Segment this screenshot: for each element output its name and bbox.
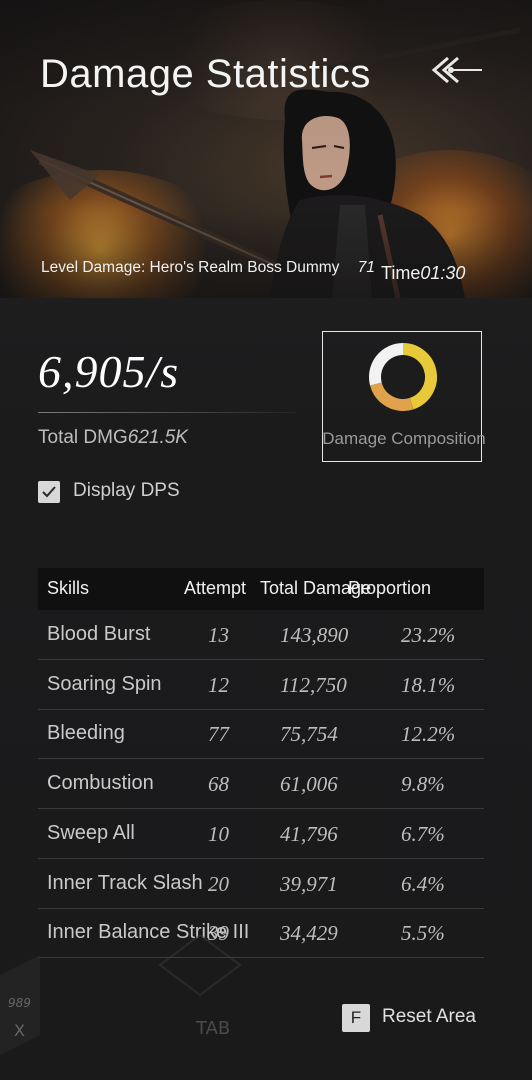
level-damage-label: Level Damage: Hero's Realm Boss Dummy 71 xyxy=(41,259,375,277)
attempt-count: 68 xyxy=(208,772,229,797)
total-damage-value: 143,890 xyxy=(280,623,349,647)
total-damage-value: 39,971 xyxy=(280,871,338,896)
donut-segment-1 xyxy=(370,382,414,411)
table-row: Bleeding 77 75,754 12.2% xyxy=(38,709,484,760)
background-hud-hint xyxy=(0,935,242,1055)
time-label: Time xyxy=(381,263,421,283)
attempt-count: 77 xyxy=(208,722,229,747)
double-chevron-left-icon xyxy=(431,56,482,84)
damage-composition-label: Damage Composition xyxy=(322,429,486,448)
proportion-value: 23.2% xyxy=(401,623,456,647)
total-damage-value: 621.5K xyxy=(127,427,188,448)
skill-name: Inner Track Slash xyxy=(47,871,203,894)
display-dps-checkbox[interactable] xyxy=(38,481,60,503)
checkmark-icon xyxy=(42,486,56,498)
display-dps-label: Display DPS xyxy=(73,480,180,501)
skill-name: Sweep All xyxy=(47,821,135,844)
back-button[interactable] xyxy=(426,52,486,92)
skill-name: Blood Burst xyxy=(47,623,151,645)
attempt-count: 12 xyxy=(208,672,229,697)
level-timer: Time01:30 xyxy=(381,263,465,284)
damage-statistics-panel: Damage Statistics Level Damage: Hero's R… xyxy=(0,0,532,1080)
proportion-value: 5.5% xyxy=(401,921,445,946)
proportion-value: 9.8% xyxy=(401,772,445,797)
divider xyxy=(38,412,296,413)
reset-area-label: Reset Area xyxy=(382,1006,476,1027)
proportion-value: 6.7% xyxy=(401,821,445,846)
dps-value: 6,905/s xyxy=(38,346,180,397)
page-title: Damage Statistics xyxy=(40,52,371,96)
total-damage-value: 61,006 xyxy=(280,772,338,797)
background-hint-number: 989 xyxy=(8,996,31,1010)
skill-name: Combustion xyxy=(47,772,154,795)
skill-name: Bleeding xyxy=(47,722,125,745)
header-attempt: Attempt xyxy=(184,578,247,598)
background-hint-key: X xyxy=(14,1021,25,1040)
proportion-value: 12.2% xyxy=(401,722,456,747)
total-damage-label: Total DMG xyxy=(38,427,128,448)
header-skills: Skills xyxy=(47,578,90,598)
time-value: 01:30 xyxy=(420,263,466,283)
reset-keycap: F xyxy=(342,1004,370,1032)
donut-segment-2 xyxy=(369,343,404,386)
donut-segment-0 xyxy=(402,343,437,410)
total-damage-value: 75,754 xyxy=(280,722,338,747)
table-row: Soaring Spin 12 112,750 18.1% xyxy=(38,660,484,710)
damage-composition-button[interactable]: Damage Composition xyxy=(322,331,486,462)
header-banner: Damage Statistics Level Damage: Hero's R… xyxy=(0,0,532,298)
attempt-count: 20 xyxy=(208,871,229,896)
damage-composition-donut xyxy=(369,343,437,411)
total-damage-value: 112,750 xyxy=(280,672,347,697)
table-row: Sweep All 10 41,796 6.7% xyxy=(38,809,484,859)
header-proportion: Proportion xyxy=(348,578,432,598)
proportion-value: 18.1% xyxy=(401,672,456,697)
table-row: Combustion 68 61,006 9.8% xyxy=(38,759,484,810)
background-hint-tab: TAB xyxy=(196,1018,231,1039)
attempt-count: 13 xyxy=(208,623,229,647)
table-row: Inner Track Slash 20 39,971 6.4% xyxy=(38,859,484,909)
total-damage-value: 41,796 xyxy=(280,821,338,846)
proportion-value: 6.4% xyxy=(401,871,445,896)
skill-name: Soaring Spin xyxy=(47,672,162,695)
table-header: Skills Attempt Total Damage Proportion xyxy=(38,568,484,610)
total-damage: Total DMG621.5K xyxy=(38,427,188,449)
level-name: Level Damage: Hero's Realm Boss Dummy xyxy=(41,259,340,276)
table-row: Blood Burst 13 143,890 23.2% xyxy=(38,610,484,660)
level-number: 71 xyxy=(357,259,375,276)
attempt-count: 10 xyxy=(208,821,229,846)
